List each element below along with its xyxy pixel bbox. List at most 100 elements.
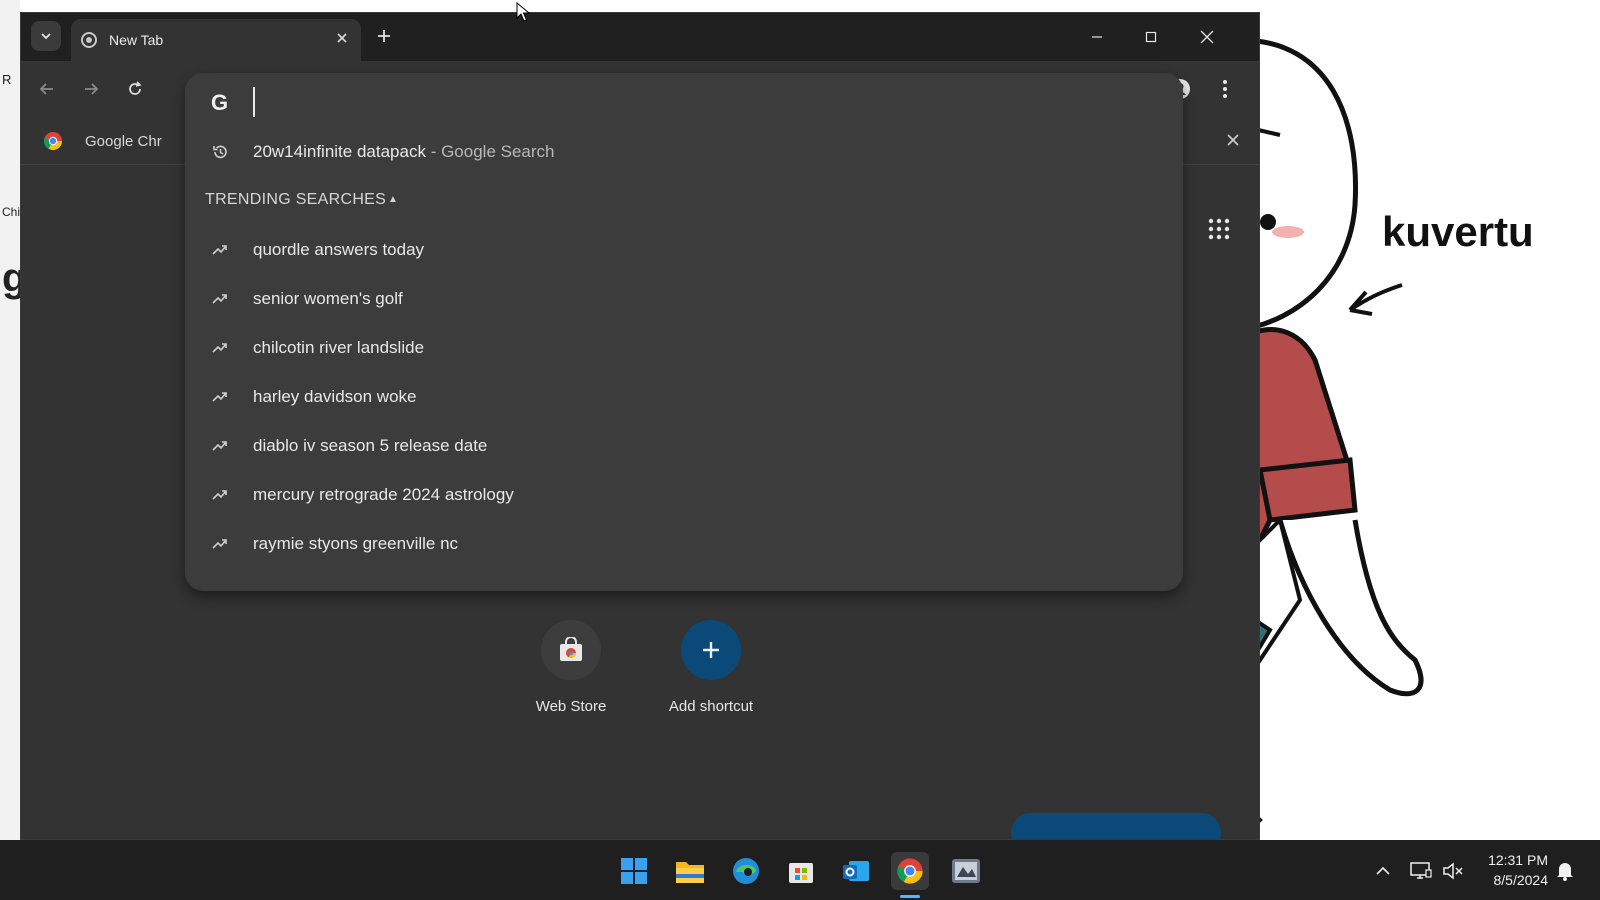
chevron-down-icon [41, 33, 51, 40]
minimize-button[interactable] [1077, 23, 1117, 51]
file-explorer-button[interactable] [671, 852, 709, 890]
suggestion-query: 20w14infinite datapack [253, 142, 426, 161]
game-app-button[interactable] [947, 852, 985, 890]
suggestion-text: harley davidson woke [253, 387, 417, 406]
tab-new-tab[interactable]: New Tab [71, 19, 361, 61]
trending-suggestion[interactable]: senior women's golf [185, 276, 1183, 322]
volume-tray-button[interactable] [1442, 860, 1464, 882]
wallpaper-cartoon [1240, 37, 1424, 840]
chevron-up-icon [1376, 866, 1390, 875]
file-explorer-icon [676, 862, 704, 883]
history-icon [213, 145, 227, 159]
edge-button[interactable] [727, 852, 765, 890]
display-tray-button[interactable] [1410, 860, 1432, 882]
close-icon [1227, 134, 1239, 146]
shortcut-label: Web Store [535, 698, 607, 715]
mouse-cursor-icon [516, 2, 530, 22]
trending-searches-header[interactable]: TRENDING SEARCHES [205, 191, 386, 209]
tab-strip: New Tab [21, 13, 1259, 61]
active-app-indicator [900, 895, 920, 898]
shortcut-add[interactable]: Add shortcut [651, 620, 771, 715]
trending-suggestion[interactable]: quordle answers today [185, 227, 1183, 273]
arrow-right-icon [85, 83, 99, 95]
address-bar-input[interactable] [253, 87, 1153, 117]
chrome-window: New Tab Google Chr Web Store Add shortcu… [20, 12, 1260, 840]
apps-grid-icon[interactable] [1208, 218, 1230, 240]
plus-icon [703, 642, 719, 658]
windows-start-icon [621, 858, 647, 884]
shortcut-web-store[interactable]: Web Store [511, 620, 631, 715]
suggestion-text: senior women's golf [253, 289, 403, 308]
minimize-icon [1092, 36, 1102, 38]
bell-icon [1557, 863, 1573, 881]
trending-suggestion[interactable]: chilcotin river landslide [185, 325, 1183, 371]
trending-suggestion[interactable]: mercury retrograde 2024 astrology [185, 472, 1183, 518]
customize-chrome-button[interactable] [1011, 813, 1221, 839]
trending-up-icon [212, 441, 227, 451]
chrome-taskbar-button[interactable] [891, 852, 929, 890]
reload-button[interactable] [121, 75, 149, 103]
peek-text: Chi [2, 205, 21, 219]
suggestion-text: chilcotin river landslide [253, 338, 425, 357]
new-tab-button[interactable] [371, 25, 397, 51]
store-icon [789, 863, 813, 883]
chrome-icon [897, 858, 923, 884]
shortcut-icon-container [541, 620, 601, 680]
omnibox-dropdown: G 20w14infinite datapack - Google Search… [185, 73, 1183, 591]
clock-time[interactable]: 12:31 PM [1478, 852, 1548, 868]
shortcut-icon-container [681, 620, 741, 680]
outlook-button[interactable] [837, 852, 875, 890]
back-button[interactable] [33, 75, 61, 103]
volume-muted-icon [1443, 862, 1463, 880]
suggestion-text: 20w14infinite datapack - Google Search [253, 142, 554, 162]
peek-text: R [2, 72, 12, 87]
suggestion-text: raymie styons greenville nc [253, 534, 459, 553]
chrome-logo-icon [43, 132, 62, 151]
tab-search-button[interactable] [31, 21, 61, 51]
plus-icon [378, 30, 390, 42]
outlook-icon [843, 861, 869, 881]
notifications-button[interactable] [1554, 860, 1576, 882]
forward-button[interactable] [77, 75, 105, 103]
display-icon [1410, 862, 1432, 879]
trending-up-icon [212, 392, 227, 402]
trending-up-icon [212, 245, 227, 255]
bookmark-label[interactable]: Google Chr [85, 133, 162, 150]
banner-close-button[interactable] [1221, 129, 1245, 153]
google-g-icon: G [211, 90, 229, 115]
trending-suggestion[interactable]: diablo iv season 5 release date [185, 423, 1183, 469]
suggestion-history[interactable]: 20w14infinite datapack - Google Search [185, 129, 1183, 175]
suggestion-suffix: - Google Search [425, 142, 555, 161]
maximize-button[interactable] [1131, 23, 1171, 51]
trending-up-icon [212, 539, 227, 549]
maximize-icon [1145, 31, 1157, 43]
clock-date[interactable]: 8/5/2024 [1478, 872, 1549, 888]
reload-icon [129, 81, 142, 95]
trending-suggestion[interactable]: raymie styons greenville nc [185, 521, 1183, 567]
tab-title: New Tab [109, 32, 164, 48]
web-store-icon [560, 637, 582, 661]
arrow-left-icon [39, 83, 53, 95]
start-button[interactable] [615, 852, 653, 890]
more-vertical-icon [1223, 80, 1227, 98]
suggestion-text: quordle answers today [253, 240, 425, 259]
close-icon [1200, 30, 1214, 44]
wallpaper-text: kuvertu [1382, 208, 1534, 255]
trending-up-icon [212, 343, 227, 353]
edge-icon [733, 858, 759, 884]
chrome-menu-button[interactable] [1211, 75, 1239, 103]
close-icon [337, 33, 347, 43]
caret-up-icon[interactable]: ▲ [388, 194, 398, 205]
background-window-peek: R Chi g [0, 0, 26, 840]
show-hidden-icons-button[interactable] [1372, 860, 1394, 882]
trending-up-icon [212, 294, 227, 304]
game-icon [952, 859, 980, 883]
window-close-button[interactable] [1187, 23, 1227, 51]
close-tab-button[interactable] [331, 29, 353, 51]
chrome-icon [81, 32, 97, 48]
trending-suggestion[interactable]: harley davidson woke [185, 374, 1183, 420]
microsoft-store-button[interactable] [782, 852, 820, 890]
suggestion-text: mercury retrograde 2024 astrology [253, 485, 514, 504]
shortcut-label: Add shortcut [668, 698, 754, 715]
suggestion-text: diablo iv season 5 release date [253, 436, 488, 455]
